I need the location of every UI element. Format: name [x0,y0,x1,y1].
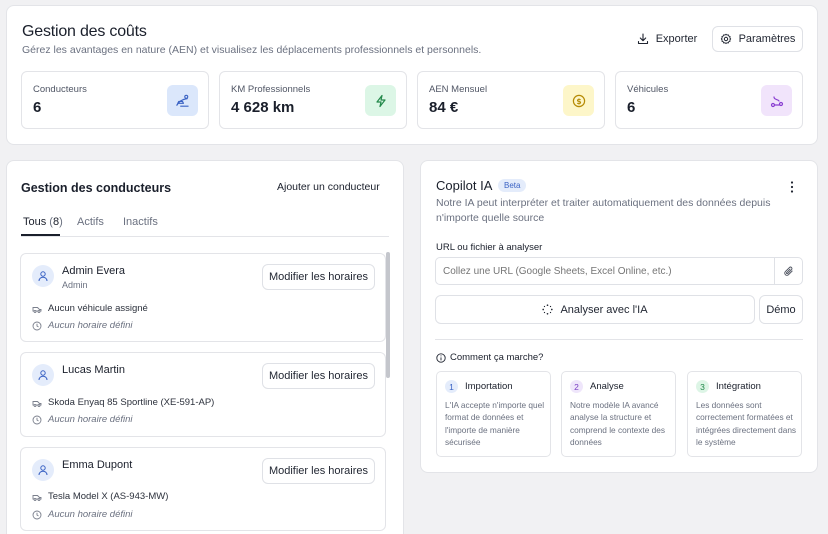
settings-button[interactable]: Paramètres [712,26,803,52]
step-description: Notre modèle IA avancé analyse la struct… [570,400,666,447]
modify-schedule-button[interactable]: Modifier les horaires [262,458,375,484]
analyze-label: Analyser avec l'IA [560,303,648,316]
user-icon [32,265,54,287]
car-icon [32,492,42,502]
clock-icon [32,321,42,331]
driver-card: Admin Evera Admin Modifier les horaires … [20,253,386,342]
stat-value: 6 [33,99,42,116]
drivers-panel-title: Gestion des conducteurs [21,181,172,195]
tabs-divider [21,236,389,237]
sparkle-icon [542,304,554,315]
settings-label: Paramètres [738,33,796,45]
stat-card-drivers: Conducteurs 6 [21,71,209,129]
stat-value: 6 [627,99,636,116]
user-icon [32,364,54,386]
tab-active[interactable]: Actifs [77,216,104,228]
url-input[interactable] [435,257,775,285]
schedule-line: Aucun horaire défini [32,320,133,331]
driver-role: Admin [62,280,88,290]
more-options-icon[interactable] [789,180,795,194]
vehicle-text: Tesla Model X (AS-943-MW) [48,491,169,502]
vehicle-text: Aucun véhicule assigné [48,303,148,314]
route-icon [761,85,792,116]
stat-label: KM Professionnels [231,84,311,95]
vehicle-line: Tesla Model X (AS-943-MW) [32,491,168,502]
paperclip-icon [783,266,794,277]
clock-icon [32,510,42,520]
step-title: Importation [465,381,513,392]
step-card-import: 1 Importation L'IA accepte n'importe que… [436,371,551,457]
page-subtitle: Gérez les avantages en nature (AEN) et v… [22,44,482,56]
vehicle-line: Skoda Enyaq 85 Sportline (XE-591-AP) [32,397,214,408]
add-driver-button[interactable]: Ajouter un conducteur [277,181,380,193]
step-card-analysis: 2 Analyse Notre modèle IA avancé analyse… [561,371,676,457]
stat-label: Véhicules [627,84,669,95]
coin-icon: $ [563,85,594,116]
vehicle-line: Aucun véhicule assigné [32,303,148,314]
step-number: 3 [696,380,709,393]
user-icon [32,459,54,481]
driver-name: Lucas Martin [62,364,125,376]
svg-text:$: $ [576,97,581,106]
modify-schedule-button[interactable]: Modifier les horaires [262,363,375,389]
stat-label: Conducteurs [33,84,87,95]
schedule-text: Aucun horaire défini [48,320,133,331]
stat-card-km: KM Professionnels 4 628 km [219,71,407,129]
schedule-text: Aucun horaire défini [48,509,133,520]
copilot-description: Notre IA peut interpréter et traiter aut… [436,197,771,224]
step-number: 2 [570,380,583,393]
export-button[interactable]: Exporter [629,26,705,52]
modify-schedule-button[interactable]: Modifier les horaires [262,264,375,290]
tab-inactive[interactable]: Inactifs [123,216,158,228]
step-title: Analyse [590,381,624,392]
tab-all[interactable]: Tous (8) [23,216,63,228]
beta-badge: Beta [498,179,527,192]
vehicle-text: Skoda Enyaq 85 Sportline (XE-591-AP) [48,397,215,408]
step-number: 1 [445,380,458,393]
tab-all-label: Tous [23,216,47,228]
stat-card-aen: AEN Mensuel 84 € $ [417,71,605,129]
gear-icon [720,33,732,45]
how-it-works: Comment ça marche? [436,352,543,363]
driver-name: Emma Dupont [62,459,133,471]
steering-wheel-icon [167,85,198,116]
analyze-ai-button[interactable]: Analyser avec l'IA [435,295,755,324]
copilot-title: Copilot IA [436,178,493,193]
driver-name: Admin Evera [62,265,125,277]
car-icon [32,398,42,408]
driver-card: Lucas Martin Modifier les horaires Skoda… [20,352,386,437]
stat-value: 84 € [429,99,459,116]
export-label: Exporter [655,33,698,45]
clock-icon [32,415,42,425]
download-icon [637,33,649,45]
demo-button[interactable]: Démo [759,295,803,324]
copilot-divider [435,339,803,340]
schedule-line: Aucun horaire défini [32,414,133,425]
schedule-text: Aucun horaire défini [48,414,133,425]
step-card-integration: 3 Intégration Les données sont correctem… [687,371,802,457]
page-title: Gestion des coûts [22,23,147,40]
driver-card: Emma Dupont Modifier les horaires Tesla … [20,447,386,531]
step-title: Intégration [716,381,761,392]
attach-file-button[interactable] [774,257,803,285]
step-description: L'IA accepte n'importe quel format de do… [445,400,545,447]
stat-label: AEN Mensuel [429,84,488,95]
step-description: Les données sont correctement formatées … [696,400,797,447]
lightning-icon [365,85,396,116]
how-it-works-label: Comment ça marche? [450,352,544,363]
car-icon [32,304,42,314]
info-icon [436,352,446,363]
url-field-label: URL ou fichier à analyser [436,242,543,253]
drivers-scrollbar[interactable] [386,252,390,378]
stat-value: 4 628 km [231,99,295,116]
schedule-line: Aucun horaire défini [32,509,133,520]
stat-card-vehicles: Véhicules 6 [615,71,803,129]
